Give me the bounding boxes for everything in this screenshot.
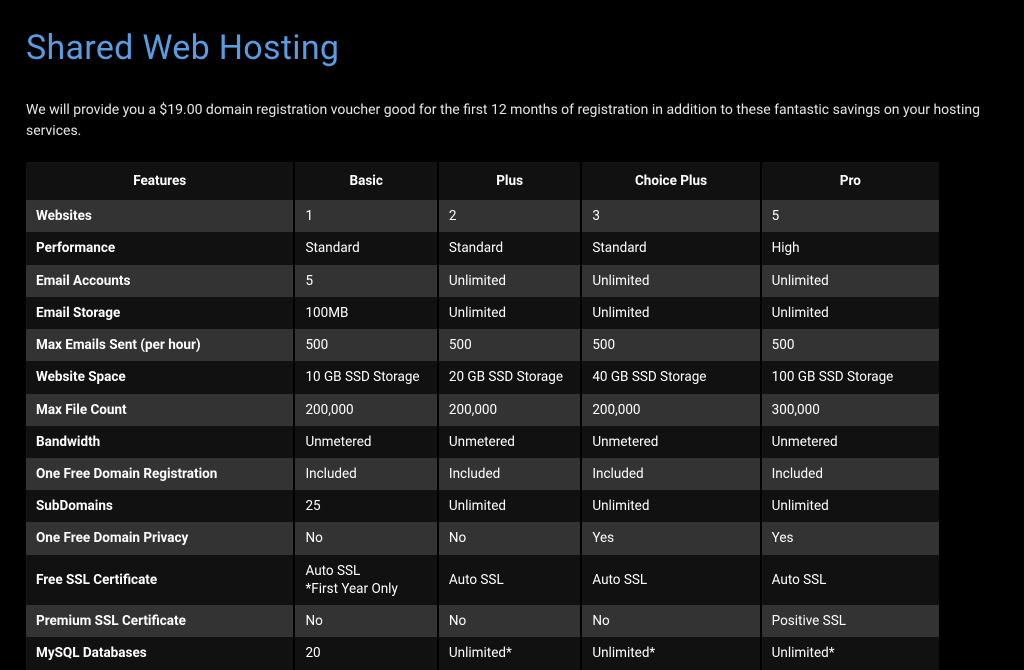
feature-value: No	[295, 605, 438, 637]
feature-value: Unlimited	[582, 297, 761, 329]
feature-value: Unlimited	[439, 490, 582, 522]
feature-value: Unmetered	[582, 426, 761, 458]
feature-value: Unlimited	[762, 297, 941, 329]
feature-value: 10 GB SSD Storage	[295, 361, 438, 393]
table-row: Free SSL CertificateAuto SSL *First Year…	[26, 555, 941, 605]
feature-value: 5	[762, 200, 941, 232]
feature-label: Website Space	[26, 361, 295, 393]
table-row: Email Accounts5UnlimitedUnlimitedUnlimit…	[26, 265, 941, 297]
feature-label: One Free Domain Registration	[26, 458, 295, 490]
table-row: MySQL Databases20Unlimited*Unlimited*Unl…	[26, 637, 941, 669]
feature-label: Websites	[26, 200, 295, 232]
table-row: Email Storage100MBUnlimitedUnlimitedUnli…	[26, 297, 941, 329]
feature-value: 500	[762, 329, 941, 361]
feature-label: Premium SSL Certificate	[26, 605, 295, 637]
feature-value: Positive SSL	[762, 605, 941, 637]
header-features: Features	[26, 162, 295, 200]
header-basic: Basic	[295, 162, 438, 200]
feature-value: Unlimited	[762, 490, 941, 522]
page-title: Shared Web Hosting	[26, 28, 998, 68]
feature-value: No	[582, 605, 761, 637]
table-row: Websites1235	[26, 200, 941, 232]
feature-value: Unlimited*	[439, 637, 582, 669]
feature-value: Standard	[295, 232, 438, 264]
feature-value: Unlimited	[762, 265, 941, 297]
header-choice-plus: Choice Plus	[582, 162, 761, 200]
table-row: One Free Domain RegistrationIncludedIncl…	[26, 458, 941, 490]
feature-value: 200,000	[582, 394, 761, 426]
feature-value: 300,000	[762, 394, 941, 426]
feature-value: Unlimited	[582, 265, 761, 297]
feature-value: Auto SSL	[582, 555, 761, 605]
feature-label: Free SSL Certificate	[26, 555, 295, 605]
feature-value: Unmetered	[295, 426, 438, 458]
feature-value: Unlimited	[439, 265, 582, 297]
feature-value: 500	[439, 329, 582, 361]
feature-value: Unmetered	[439, 426, 582, 458]
feature-value: Included	[439, 458, 582, 490]
table-row: PerformanceStandardStandardStandardHigh	[26, 232, 941, 264]
feature-label: One Free Domain Privacy	[26, 522, 295, 554]
feature-value: 1	[295, 200, 438, 232]
feature-value: Auto SSL *First Year Only	[295, 555, 438, 605]
table-row: One Free Domain PrivacyNoNoYesYes	[26, 522, 941, 554]
feature-value: 100 GB SSD Storage	[762, 361, 941, 393]
feature-value: 2	[439, 200, 582, 232]
feature-value: Included	[295, 458, 438, 490]
feature-value: 100MB	[295, 297, 438, 329]
feature-value: Included	[582, 458, 761, 490]
feature-value: Auto SSL	[762, 555, 941, 605]
feature-label: Bandwidth	[26, 426, 295, 458]
feature-label: SubDomains	[26, 490, 295, 522]
feature-value: 500	[295, 329, 438, 361]
header-pro: Pro	[762, 162, 941, 200]
feature-value: Standard	[439, 232, 582, 264]
feature-value: 200,000	[295, 394, 438, 426]
feature-value: Unlimited	[439, 297, 582, 329]
feature-value: 20 GB SSD Storage	[439, 361, 582, 393]
feature-value: Unlimited*	[762, 637, 941, 669]
feature-value: Unlimited*	[582, 637, 761, 669]
table-header-row: Features Basic Plus Choice Plus Pro	[26, 162, 941, 200]
table-row: BandwidthUnmeteredUnmeteredUnmeteredUnme…	[26, 426, 941, 458]
feature-value: 5	[295, 265, 438, 297]
feature-label: Performance	[26, 232, 295, 264]
feature-value: Yes	[582, 522, 761, 554]
feature-label: Email Accounts	[26, 265, 295, 297]
feature-value: Standard	[582, 232, 761, 264]
table-row: Max File Count200,000200,000200,000300,0…	[26, 394, 941, 426]
feature-value: High	[762, 232, 941, 264]
feature-value: 40 GB SSD Storage	[582, 361, 761, 393]
feature-label: Email Storage	[26, 297, 295, 329]
feature-value: 3	[582, 200, 761, 232]
table-row: Premium SSL CertificateNoNoNoPositive SS…	[26, 605, 941, 637]
feature-value: Yes	[762, 522, 941, 554]
intro-text: We will provide you a $19.00 domain regi…	[26, 100, 986, 142]
feature-label: Max Emails Sent (per hour)	[26, 329, 295, 361]
table-row: Max Emails Sent (per hour)500500500500	[26, 329, 941, 361]
header-plus: Plus	[439, 162, 582, 200]
table-row: Website Space10 GB SSD Storage20 GB SSD …	[26, 361, 941, 393]
table-body: Websites1235PerformanceStandardStandardS…	[26, 200, 941, 669]
feature-value: Included	[762, 458, 941, 490]
feature-label: MySQL Databases	[26, 637, 295, 669]
feature-value: 200,000	[439, 394, 582, 426]
feature-value: 20	[295, 637, 438, 669]
feature-value: 25	[295, 490, 438, 522]
feature-value: Unlimited	[582, 490, 761, 522]
feature-value: Unmetered	[762, 426, 941, 458]
feature-label: Max File Count	[26, 394, 295, 426]
table-row: SubDomains25UnlimitedUnlimitedUnlimited	[26, 490, 941, 522]
feature-value: No	[295, 522, 438, 554]
feature-value: No	[439, 605, 582, 637]
feature-value: No	[439, 522, 582, 554]
pricing-table: Features Basic Plus Choice Plus Pro Webs…	[26, 162, 941, 670]
feature-value: 500	[582, 329, 761, 361]
feature-value: Auto SSL	[439, 555, 582, 605]
